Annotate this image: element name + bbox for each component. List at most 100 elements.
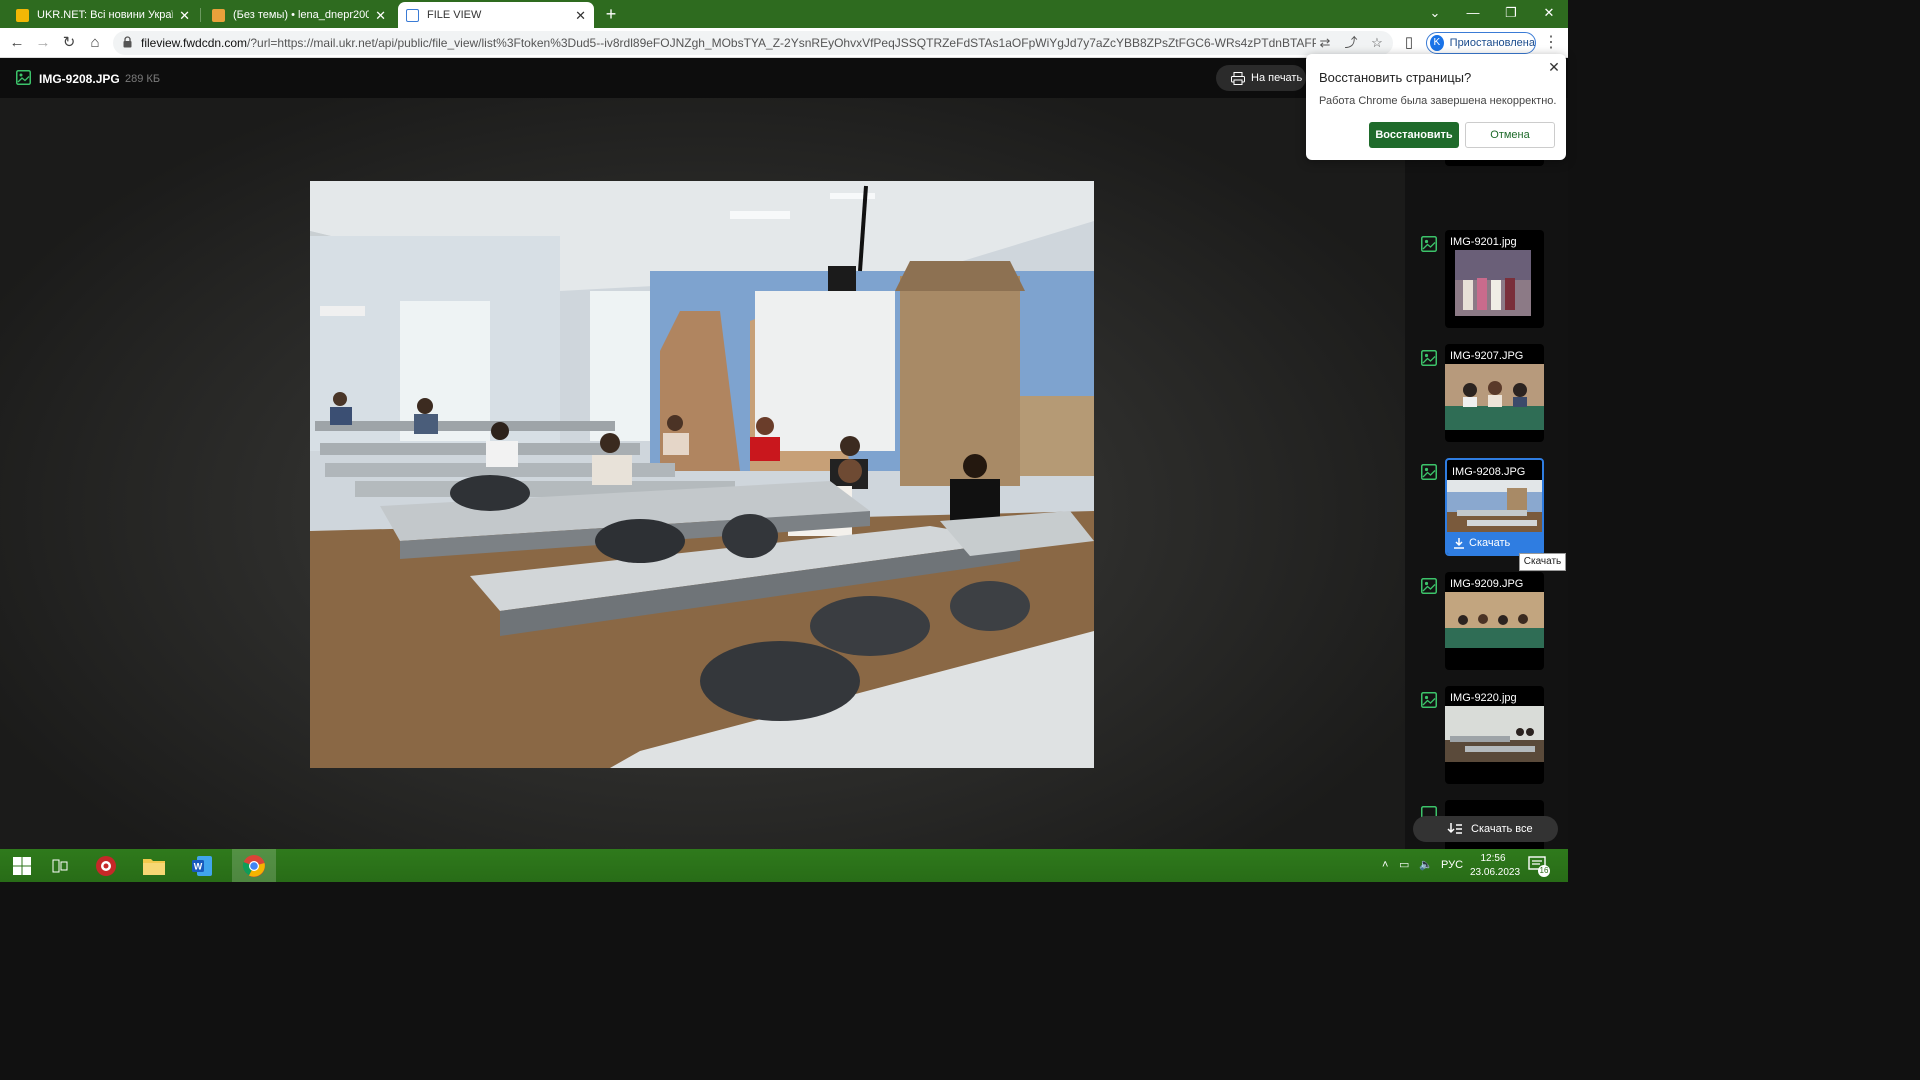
lock-icon xyxy=(123,36,132,48)
file-size: 289 КБ xyxy=(125,73,161,85)
thumbnail-name: IMG-9209.JPG xyxy=(1450,578,1524,590)
download-all-button[interactable]: Скачать все xyxy=(1413,816,1558,842)
task-view-icon xyxy=(52,859,68,872)
word-app-icon: W xyxy=(192,855,212,876)
home-button[interactable]: ⌂ xyxy=(85,33,105,53)
tab-close-icon[interactable]: ✕ xyxy=(575,9,586,22)
minimize-button[interactable]: — xyxy=(1454,0,1492,28)
network-icon[interactable]: ▭ xyxy=(1399,849,1409,882)
cancel-button[interactable]: Отмена xyxy=(1465,122,1555,148)
download-icon xyxy=(1454,538,1464,549)
thumbnail-name: IMG-9220.jpg xyxy=(1450,692,1517,704)
language-indicator[interactable]: РУС xyxy=(1441,849,1463,882)
thumbnail-item-selected[interactable]: IMG-9208.JPG Скачать xyxy=(1405,458,1568,558)
translate-icon[interactable]: ⇄ xyxy=(1317,35,1333,51)
thumbnail-image xyxy=(1445,364,1544,430)
thumbnail-item[interactable]: IMG-9201.jpg xyxy=(1405,230,1568,330)
bookmark-star-icon[interactable]: ☆ xyxy=(1369,35,1385,51)
notification-count-badge: 16 xyxy=(1538,865,1550,877)
thumbnail-image xyxy=(1445,706,1544,762)
browser-tab-strip: UKR.NET: Всі новини України, о ✕ (Без те… xyxy=(0,0,1568,28)
tab-file-view[interactable]: FILE VIEW ✕ xyxy=(398,2,594,28)
image-file-icon xyxy=(1421,692,1437,708)
windows-logo-icon xyxy=(13,856,31,875)
url-text: fileview.fwdcdn.com/?url=https://mail.uk… xyxy=(141,36,1316,50)
tab-close-icon[interactable]: ✕ xyxy=(179,9,190,22)
image-file-icon xyxy=(16,70,31,85)
clock-time: 12:56 xyxy=(1480,853,1506,864)
folder-icon xyxy=(143,858,165,875)
tab-separator xyxy=(200,8,201,22)
tray-overflow-icon[interactable]: ˄ xyxy=(1382,849,1388,882)
thumbnail-card[interactable]: IMG-9220.jpg xyxy=(1445,686,1544,784)
thumbnail-item[interactable]: IMG-9207.JPG xyxy=(1405,344,1568,444)
image-file-icon xyxy=(1421,236,1437,252)
address-bar[interactable]: fileview.fwdcdn.com/?url=https://mail.uk… xyxy=(113,31,1393,55)
thumbnail-image xyxy=(1447,480,1542,532)
dialog-message: Работа Chrome была завершена некорректно… xyxy=(1319,95,1557,107)
tab-label: UKR.NET: Всі новини України, о xyxy=(37,9,173,21)
main-photo xyxy=(310,181,1094,768)
download-all-label: Скачать все xyxy=(1471,823,1533,835)
download-tooltip: Скачать xyxy=(1519,553,1566,571)
thumbnail-panel: IMG-9201.jpg IMG-9207.JPG IMG-9208.JPG С… xyxy=(1405,98,1568,849)
profile-status-label: Приостановлена xyxy=(1449,37,1535,49)
reload-button[interactable]: ↻ xyxy=(59,33,79,53)
clock-date: 23.06.2023 xyxy=(1470,867,1521,878)
download-label: Скачать xyxy=(1469,537,1511,549)
ukrnet-favicon-icon xyxy=(16,8,29,22)
dialog-title: Восстановить страницы? xyxy=(1319,70,1472,85)
download-button[interactable]: Скачать xyxy=(1447,532,1542,554)
print-button[interactable]: На печать xyxy=(1216,65,1306,91)
thumbnail-image xyxy=(1445,592,1544,648)
thumbnail-name: IMG-9201.jpg xyxy=(1450,236,1517,248)
chrome-menu-icon[interactable]: ⋮ xyxy=(1542,33,1560,53)
tab-label: (Без темы) • lena_dnepr2005@ul xyxy=(233,9,370,21)
image-file-icon xyxy=(1421,350,1437,366)
restore-window-button[interactable]: ❐ xyxy=(1492,0,1530,28)
mail-favicon-icon xyxy=(212,8,225,22)
taskbar-app-explorer[interactable] xyxy=(132,849,176,882)
profile-button[interactable]: K Приостановлена xyxy=(1426,32,1536,54)
image-file-icon xyxy=(1421,578,1437,594)
profile-avatar: K xyxy=(1430,35,1444,51)
windows-taskbar: W ˄ ▭ 🔈 РУС 12:56 23.06.2023 16 xyxy=(0,849,1568,882)
printer-icon xyxy=(1231,71,1245,85)
thumbnail-card[interactable]: IMG-9209.JPG xyxy=(1445,572,1544,670)
tab-mail[interactable]: (Без темы) • lena_dnepr2005@ul ✕ xyxy=(204,2,394,28)
tab-search-icon[interactable]: ⌄ xyxy=(1416,0,1454,28)
tab-close-icon[interactable]: ✕ xyxy=(375,9,386,22)
taskbar-app-antivirus[interactable] xyxy=(84,849,128,882)
thumbnail-name: IMG-9208.JPG xyxy=(1452,466,1526,478)
close-window-button[interactable]: ✕ xyxy=(1530,0,1568,28)
restore-button[interactable]: Восстановить xyxy=(1369,122,1459,148)
share-icon[interactable]: ⤴ xyxy=(1343,35,1359,51)
thumbnail-item[interactable]: IMG-9220.jpg xyxy=(1405,686,1568,786)
thumbnail-image xyxy=(1455,250,1531,316)
print-label: На печать xyxy=(1251,72,1303,84)
side-panel-icon[interactable]: ▯ xyxy=(1399,33,1419,53)
system-clock[interactable]: 12:56 23.06.2023 xyxy=(1470,852,1521,880)
svg-text:W: W xyxy=(194,861,203,871)
tab-ukrnet[interactable]: UKR.NET: Всі новини України, о ✕ xyxy=(8,2,198,28)
thumbnail-item[interactable]: IMG-9209.JPG xyxy=(1405,572,1568,672)
close-icon[interactable]: ✕ xyxy=(1547,60,1561,74)
taskbar-app-word[interactable]: W xyxy=(180,849,224,882)
tab-label: FILE VIEW xyxy=(427,9,482,21)
back-button[interactable]: ← xyxy=(7,33,27,53)
thumbnail-card[interactable]: IMG-9208.JPG Скачать xyxy=(1445,458,1544,556)
forward-button[interactable]: → xyxy=(33,33,53,53)
download-all-icon xyxy=(1447,823,1462,834)
url-host: fileview.fwdcdn.com xyxy=(141,36,248,50)
thumbnail-name: IMG-9207.JPG xyxy=(1450,350,1524,362)
new-tab-button[interactable]: + xyxy=(600,4,622,24)
taskbar-app-chrome[interactable] xyxy=(232,849,276,882)
file-view-favicon-icon xyxy=(406,8,419,22)
thumbnail-card[interactable]: IMG-9201.jpg xyxy=(1445,230,1544,328)
file-name: IMG-9208.JPG xyxy=(39,72,120,86)
volume-icon[interactable]: 🔈 xyxy=(1419,849,1433,882)
thumbnail-card[interactable]: IMG-9207.JPG xyxy=(1445,344,1544,442)
task-view-button[interactable] xyxy=(38,849,82,882)
classroom-photo-image xyxy=(310,181,1094,768)
restore-pages-dialog: Восстановить страницы? Работа Chrome был… xyxy=(1306,54,1566,160)
